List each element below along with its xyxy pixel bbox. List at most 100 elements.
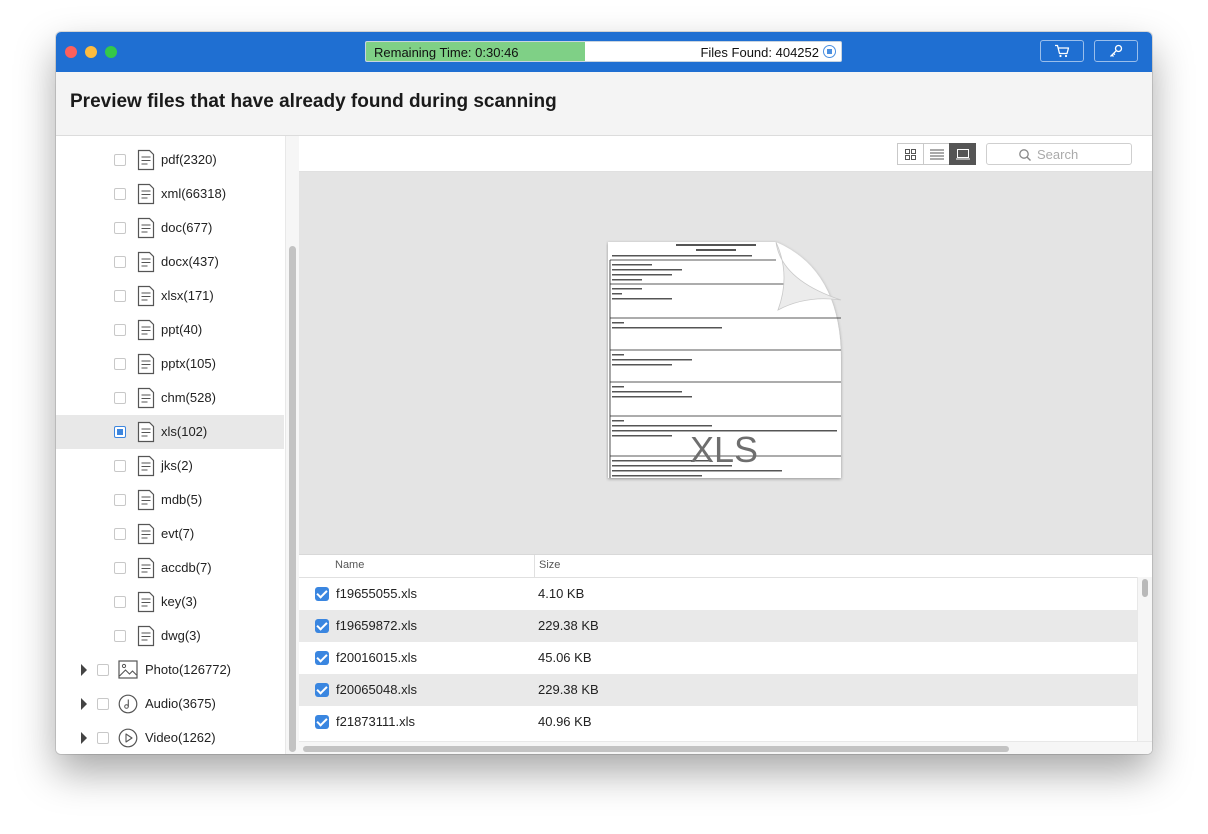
file-size: 229.38 KB bbox=[538, 618, 599, 633]
grid-view-button[interactable] bbox=[897, 143, 924, 165]
file-type-item[interactable]: pdf(2320) bbox=[56, 143, 284, 177]
sidebar-scrollbar[interactable] bbox=[285, 136, 299, 754]
file-type-item[interactable]: xls(102) bbox=[56, 415, 284, 449]
file-type-item[interactable]: chm(528) bbox=[56, 381, 284, 415]
table-horizontal-scroll-thumb[interactable] bbox=[303, 746, 1009, 752]
row-checkbox[interactable] bbox=[315, 683, 329, 697]
file-type-item[interactable]: docx(437) bbox=[56, 245, 284, 279]
row-checkbox[interactable] bbox=[315, 619, 329, 633]
files-found-text: Files Found: 404252 bbox=[700, 45, 819, 60]
expand-arrow-icon[interactable] bbox=[81, 698, 87, 710]
size-column-header[interactable]: Size bbox=[539, 559, 560, 571]
file-type-checkbox[interactable] bbox=[114, 426, 126, 438]
file-type-item[interactable]: xlsx(171) bbox=[56, 279, 284, 313]
minimize-window-button[interactable] bbox=[85, 46, 97, 58]
list-view-button[interactable] bbox=[923, 143, 950, 165]
table-row[interactable]: f19659872.xls 229.38 KB bbox=[299, 610, 1137, 642]
file-name: f21873111.xls bbox=[336, 714, 416, 729]
cart-button[interactable] bbox=[1040, 40, 1084, 62]
title-bar: Remaining Time: 0:30:46 Files Found: 404… bbox=[56, 32, 1152, 72]
file-type-checkbox[interactable] bbox=[114, 562, 126, 574]
file-type-label: docx(437) bbox=[161, 254, 219, 269]
stop-scan-button[interactable] bbox=[823, 45, 836, 58]
file-type-item[interactable]: key(3) bbox=[56, 585, 284, 619]
remaining-time-text: Remaining Time: 0:30:46 bbox=[374, 45, 519, 60]
search-icon bbox=[1019, 149, 1031, 161]
document-icon bbox=[137, 183, 155, 205]
register-key-button[interactable] bbox=[1094, 40, 1138, 62]
file-type-label: key(3) bbox=[161, 594, 198, 609]
file-type-label: doc(677) bbox=[161, 220, 213, 235]
table-horizontal-scrollbar[interactable] bbox=[299, 741, 1152, 754]
preview-view-button[interactable] bbox=[949, 143, 976, 165]
file-name: f19659872.xls bbox=[336, 618, 417, 633]
expand-arrow-icon[interactable] bbox=[81, 664, 87, 676]
row-checkbox[interactable] bbox=[315, 587, 329, 601]
name-column-header[interactable]: Name bbox=[335, 559, 364, 571]
document-icon bbox=[137, 217, 155, 239]
category-checkbox[interactable] bbox=[97, 664, 109, 676]
file-type-item[interactable]: accdb(7) bbox=[56, 551, 284, 585]
file-type-label: accdb(7) bbox=[161, 560, 212, 575]
row-checkbox[interactable] bbox=[315, 715, 329, 729]
file-type-checkbox[interactable] bbox=[114, 528, 126, 540]
file-type-label: chm(528) bbox=[161, 390, 216, 405]
file-name: f20016015.xls bbox=[336, 650, 417, 665]
table-header: Name Size bbox=[299, 555, 1152, 578]
file-type-label: jks(2) bbox=[161, 458, 193, 473]
table-row[interactable]: f21873111.xls 40.96 KB bbox=[299, 706, 1137, 738]
file-type-label: xml(66318) bbox=[161, 186, 227, 201]
table-vertical-scroll-thumb[interactable] bbox=[1142, 579, 1148, 597]
column-divider bbox=[534, 555, 535, 577]
file-type-item[interactable]: evt(7) bbox=[56, 517, 284, 551]
file-type-checkbox[interactable] bbox=[114, 188, 126, 200]
file-type-checkbox[interactable] bbox=[114, 358, 126, 370]
file-type-checkbox[interactable] bbox=[114, 256, 126, 268]
category-item[interactable]: Audio(3675) bbox=[56, 687, 284, 721]
category-item[interactable]: Photo(126772) bbox=[56, 653, 284, 687]
file-type-item[interactable]: dwg(3) bbox=[56, 619, 284, 653]
file-type-label: mdb(5) bbox=[161, 492, 203, 507]
row-checkbox[interactable] bbox=[315, 651, 329, 665]
search-input[interactable] bbox=[1037, 146, 1127, 162]
table-row[interactable]: f20016015.xls 45.06 KB bbox=[299, 642, 1137, 674]
sidebar-scroll-thumb[interactable] bbox=[289, 246, 296, 752]
xls-document-thumbnail: XLS bbox=[608, 241, 842, 478]
file-type-checkbox[interactable] bbox=[114, 460, 126, 472]
file-type-item[interactable]: doc(677) bbox=[56, 211, 284, 245]
content-pane: XLS Name Size f19655055.xls 4.10 KB f19659… bbox=[299, 136, 1152, 754]
category-label: Video(1262) bbox=[145, 730, 216, 745]
file-type-item[interactable]: xml(66318) bbox=[56, 177, 284, 211]
file-size: 4.10 KB bbox=[538, 586, 585, 601]
search-box[interactable] bbox=[986, 143, 1132, 165]
document-icon bbox=[137, 387, 155, 409]
file-type-checkbox[interactable] bbox=[114, 290, 126, 302]
app-window: Remaining Time: 0:30:46 Files Found: 404… bbox=[56, 32, 1152, 754]
file-type-item[interactable]: ppt(40) bbox=[56, 313, 284, 347]
file-type-checkbox[interactable] bbox=[114, 222, 126, 234]
preview-icon bbox=[955, 148, 970, 159]
category-item[interactable]: Video(1262) bbox=[56, 721, 284, 754]
file-type-checkbox[interactable] bbox=[114, 324, 126, 336]
file-type-item[interactable]: mdb(5) bbox=[56, 483, 284, 517]
file-type-item[interactable]: jks(2) bbox=[56, 449, 284, 483]
file-type-checkbox[interactable] bbox=[114, 494, 126, 506]
file-type-checkbox[interactable] bbox=[114, 630, 126, 642]
close-window-button[interactable] bbox=[65, 46, 77, 58]
table-vertical-scrollbar[interactable] bbox=[1137, 577, 1152, 741]
file-type-checkbox[interactable] bbox=[114, 154, 126, 166]
maximize-window-button[interactable] bbox=[105, 46, 117, 58]
document-icon bbox=[137, 625, 155, 647]
file-type-item[interactable]: pptx(105) bbox=[56, 347, 284, 381]
table-row[interactable]: f20065048.xls 229.38 KB bbox=[299, 674, 1137, 706]
document-icon bbox=[137, 455, 155, 477]
category-checkbox[interactable] bbox=[97, 698, 109, 710]
category-checkbox[interactable] bbox=[97, 732, 109, 744]
expand-arrow-icon[interactable] bbox=[81, 732, 87, 744]
file-type-checkbox[interactable] bbox=[114, 596, 126, 608]
file-type-checkbox[interactable] bbox=[114, 392, 126, 404]
document-icon bbox=[137, 319, 155, 341]
table-row[interactable]: f19655055.xls 4.10 KB bbox=[299, 578, 1137, 610]
video-icon bbox=[118, 728, 138, 748]
file-type-label: pptx(105) bbox=[161, 356, 216, 371]
